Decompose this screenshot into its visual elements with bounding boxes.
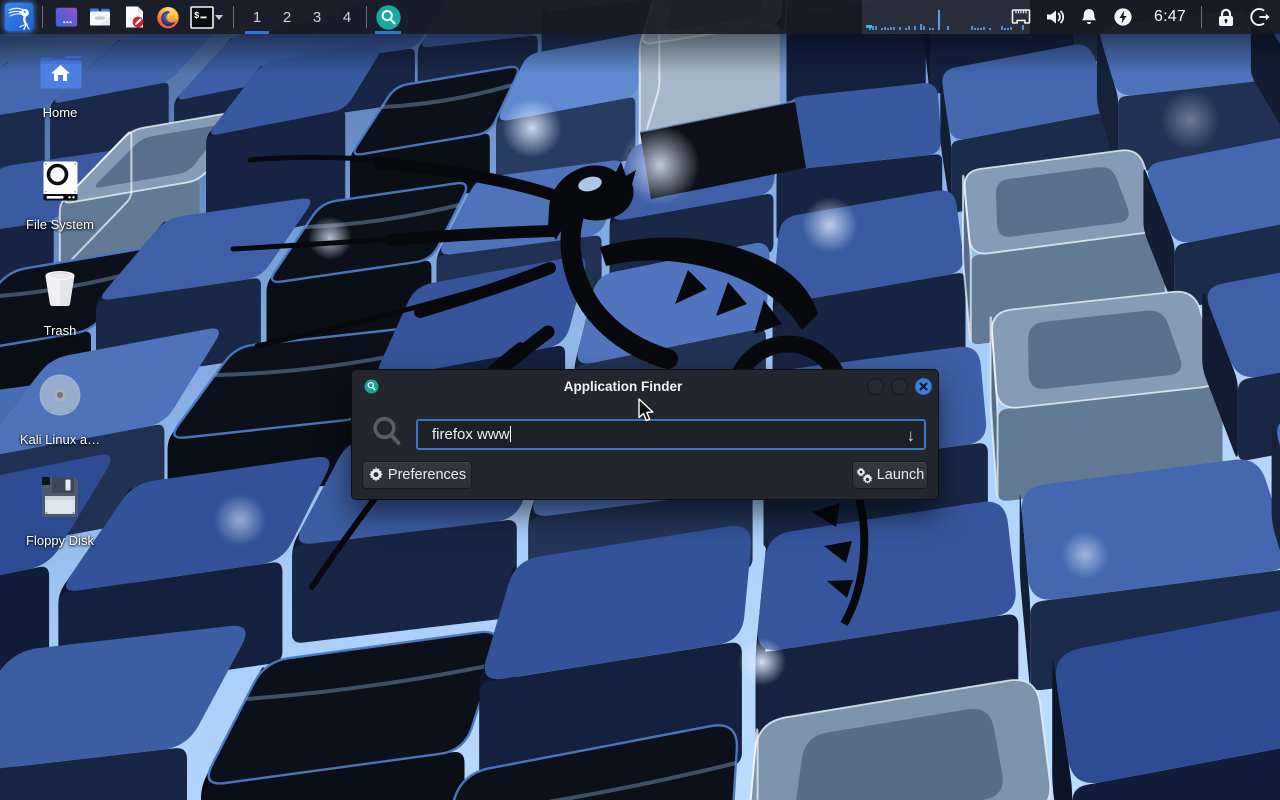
- svg-text:$: $: [194, 11, 200, 21]
